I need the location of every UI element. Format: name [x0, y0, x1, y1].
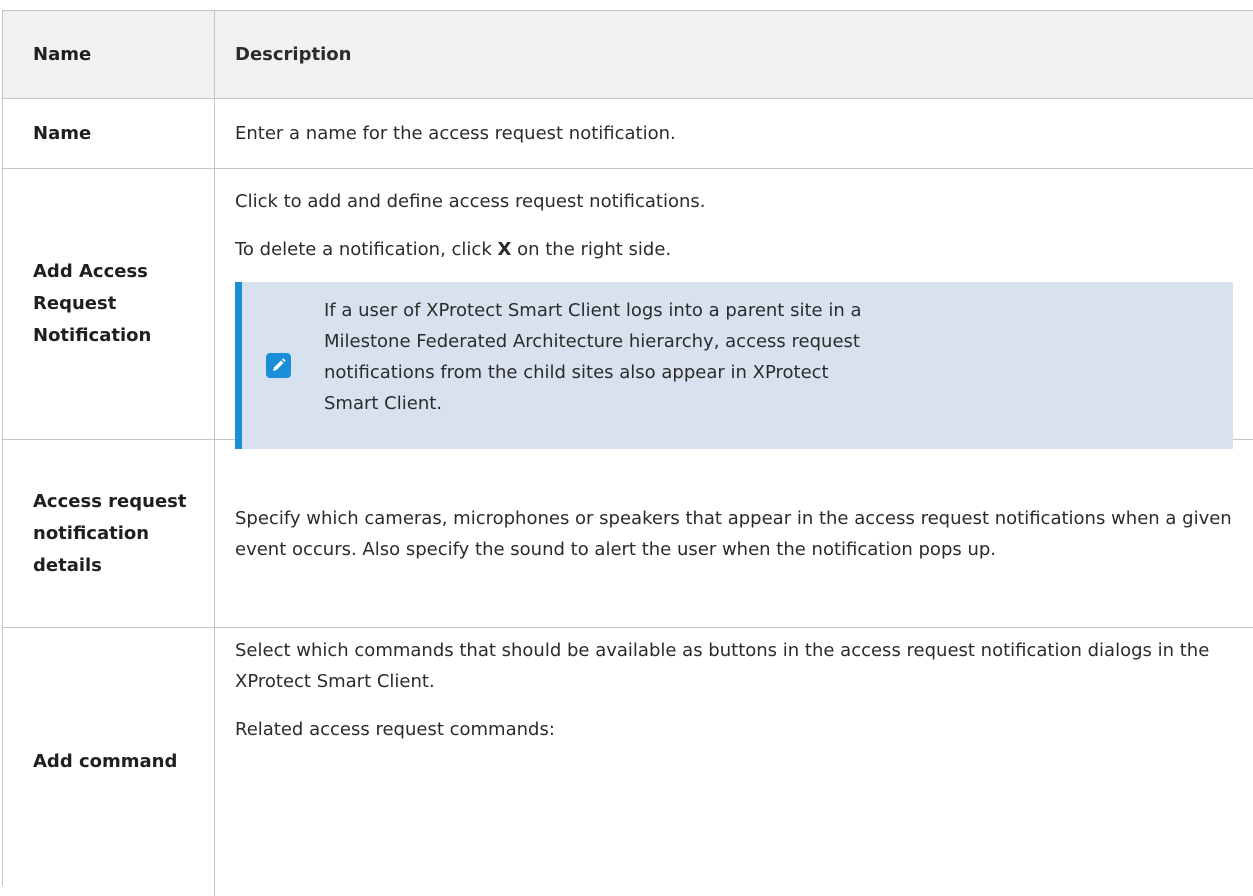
delete-x-label: X: [497, 239, 512, 260]
table-row: Add command Select which commands that s…: [3, 628, 1253, 896]
row-label: Add Access Request Notification: [3, 169, 215, 439]
description-text: To delete a notification, click X on the…: [235, 234, 1235, 265]
row-label: Add command: [3, 628, 215, 896]
row-description: Select which commands that should be ava…: [215, 628, 1253, 896]
table-row: Access request notification details Spec…: [3, 440, 1253, 628]
column-header-name: Name: [3, 11, 215, 98]
row-description: Specify which cameras, microphones or sp…: [215, 440, 1253, 627]
row-label: Name: [3, 99, 215, 168]
description-text: Specify which cameras, microphones or sp…: [235, 507, 1232, 560]
pencil-icon: [266, 353, 291, 378]
description-text: Related access request commands:: [235, 719, 555, 740]
description-text: Enter a name for the access request noti…: [235, 123, 676, 144]
table-row: Name Enter a name for the access request…: [3, 99, 1253, 169]
table-header-row: Name Description: [3, 11, 1253, 99]
description-text-part: To delete a notification, click: [235, 239, 492, 260]
note-box: If a user of XProtect Smart Client logs …: [235, 282, 1233, 449]
settings-table: Name Description Name Enter a name for t…: [2, 10, 1253, 896]
column-header-description: Description: [235, 44, 352, 65]
description-text: Select which commands that should be ava…: [235, 640, 1210, 692]
description-text-part: on the right side.: [517, 239, 672, 260]
table-row: Add Access Request Notification Click to…: [3, 169, 1253, 449]
note-text: If a user of XProtect Smart Client logs …: [324, 300, 862, 414]
row-description: Enter a name for the access request noti…: [215, 99, 1253, 168]
row-label: Access request notification details: [3, 440, 215, 627]
description-text: Click to add and define access request n…: [235, 191, 706, 212]
row-description: Click to add and define access request n…: [215, 169, 1253, 449]
